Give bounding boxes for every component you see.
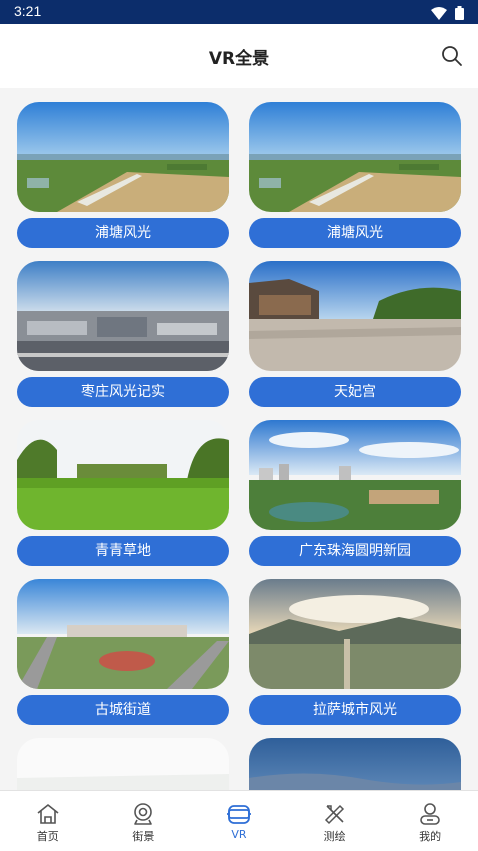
panorama-grid: 浦塘风光 浦塘风光 枣庄风光记实 天妃宫 青青草地 广东珠海圆明新园 古城街道 …	[17, 102, 461, 790]
panorama-thumbnail[interactable]	[17, 261, 229, 371]
street-view-icon	[134, 803, 153, 825]
panorama-card[interactable]	[249, 738, 461, 790]
panorama-thumbnail[interactable]	[249, 579, 461, 689]
status-bar: 3:21	[0, 0, 478, 24]
panorama-card[interactable]: 枣庄风光记实	[17, 261, 229, 407]
panorama-card[interactable]: 浦塘风光	[17, 102, 229, 248]
panorama-label[interactable]: 浦塘风光	[17, 218, 229, 248]
tab-label: 街景	[132, 830, 155, 843]
panorama-card[interactable]: 广东珠海圆明新园	[249, 420, 461, 566]
tab-home[interactable]: 首页	[0, 791, 96, 851]
tab-vr[interactable]: VR	[191, 791, 287, 851]
panorama-thumbnail[interactable]	[17, 579, 229, 689]
panorama-thumbnail[interactable]	[249, 738, 461, 790]
panorama-card[interactable]: 青青草地	[17, 420, 229, 566]
panorama-card[interactable]: 拉萨城市风光	[249, 579, 461, 725]
home-icon	[37, 804, 59, 824]
panorama-thumbnail[interactable]	[17, 420, 229, 530]
panorama-card[interactable]: 浦塘风光	[249, 102, 461, 248]
panorama-label[interactable]: 枣庄风光记实	[17, 377, 229, 407]
panorama-thumbnail[interactable]	[17, 738, 229, 790]
search-icon	[442, 46, 462, 66]
bottom-tab-bar: 首页 街景 VR 测绘 我的	[0, 790, 478, 851]
profile-icon	[420, 803, 440, 825]
tab-survey[interactable]: 测绘	[287, 791, 383, 851]
wifi-icon	[431, 5, 447, 24]
panorama-thumbnail[interactable]	[249, 261, 461, 371]
tab-label: 测绘	[323, 830, 346, 843]
page-title: VR全景	[208, 49, 270, 69]
battery-icon	[455, 5, 464, 24]
panorama-label[interactable]: 古城街道	[17, 695, 229, 725]
tab-label: 首页	[36, 830, 59, 843]
status-time: 3:21	[14, 3, 42, 19]
panorama-label[interactable]: 天妃宫	[249, 377, 461, 407]
vr-headset-icon	[226, 805, 251, 824]
panorama-label[interactable]: 浦塘风光	[249, 218, 461, 248]
tab-profile[interactable]: 我的	[382, 791, 478, 851]
panorama-label[interactable]: 广东珠海圆明新园	[249, 536, 461, 566]
search-button[interactable]	[440, 44, 464, 68]
panorama-card[interactable]: 古城街道	[17, 579, 229, 725]
panorama-thumbnail[interactable]	[249, 102, 461, 212]
panorama-thumbnail[interactable]	[249, 420, 461, 530]
panorama-label[interactable]: 拉萨城市风光	[249, 695, 461, 725]
status-icons	[431, 5, 464, 24]
tab-label: VR	[231, 828, 247, 841]
app-header: VR全景	[0, 24, 478, 88]
panorama-thumbnail[interactable]	[17, 102, 229, 212]
tab-street-view[interactable]: 街景	[96, 791, 192, 851]
panorama-card[interactable]	[17, 738, 229, 790]
panorama-card[interactable]: 天妃宫	[249, 261, 461, 407]
panorama-label[interactable]: 青青草地	[17, 536, 229, 566]
tab-label: 我的	[419, 830, 442, 843]
survey-tools-icon	[324, 804, 344, 825]
